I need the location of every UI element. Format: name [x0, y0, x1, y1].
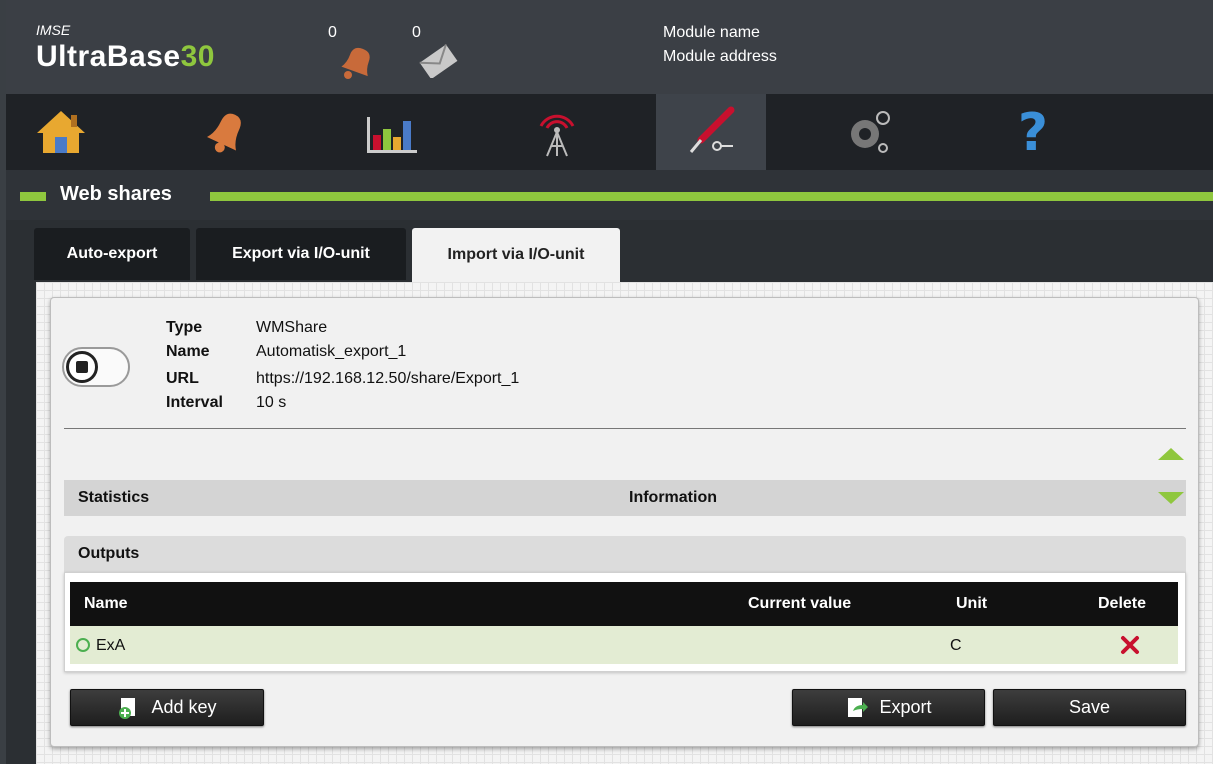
outputs-title: Outputs	[78, 545, 140, 562]
nav-alarms[interactable]	[172, 94, 282, 170]
nav-home[interactable]	[6, 94, 116, 170]
collapse-up-icon[interactable]	[1156, 446, 1186, 467]
tab-import-io[interactable]: Import via I/O-unit	[412, 228, 620, 282]
col-delete: Delete	[1098, 595, 1147, 612]
stop-icon	[76, 361, 88, 373]
type-value: WMShare	[256, 319, 328, 336]
alarm-count: 0	[328, 24, 337, 41]
tab-auto-export[interactable]: Auto-export	[34, 228, 190, 280]
add-document-icon	[119, 697, 136, 719]
page-title: Web shares	[60, 183, 172, 205]
brand-vendor: IMSE	[36, 22, 71, 38]
col-name: Name	[84, 595, 128, 612]
section-header: Web shares	[6, 170, 1213, 220]
type-label: Type	[166, 319, 203, 336]
name-label: Name	[166, 343, 210, 360]
add-key-button[interactable]: Add key	[70, 689, 264, 726]
information-label: Information	[629, 489, 717, 506]
toggle-knob	[66, 351, 98, 383]
save-button[interactable]: Save	[993, 689, 1186, 726]
tools-icon	[689, 106, 735, 153]
app-header: IMSE UltraBase30 0 0 Module name Module …	[6, 0, 1213, 94]
name-value: Automatisk_export_1	[256, 343, 407, 360]
tab-export-io[interactable]: Export via I/O-unit	[196, 228, 406, 280]
brand-name: UltraBase	[36, 40, 181, 73]
save-label: Save	[1068, 697, 1111, 717]
row-name: ExA	[96, 637, 126, 654]
svg-text:?: ?	[1018, 104, 1048, 160]
message-count: 0	[412, 24, 421, 41]
envelope-icon[interactable]	[418, 44, 458, 83]
brand-number: 30	[180, 40, 215, 73]
share-panel	[50, 297, 1199, 747]
statistics-bar[interactable]: Statistics Information	[64, 480, 1186, 516]
interval-value: 10 s	[256, 394, 287, 411]
col-unit: Unit	[956, 595, 988, 612]
divider	[64, 428, 1186, 429]
url-value: https://192.168.12.50/share/Export_1	[256, 370, 520, 387]
antenna-icon	[539, 114, 575, 157]
chart-icon	[367, 117, 417, 153]
help-icon: ?	[1018, 104, 1048, 160]
statistics-label: Statistics	[78, 489, 150, 506]
module-name: Module name	[663, 24, 760, 41]
nav-communication[interactable]	[502, 94, 612, 170]
nav-help[interactable]: ?	[978, 94, 1088, 170]
home-icon	[37, 111, 85, 153]
gears-icon	[851, 111, 890, 153]
expand-down-icon[interactable]	[1156, 490, 1186, 511]
url-label: URL	[166, 370, 199, 387]
main-nav: ?	[6, 94, 1213, 170]
export-label: Export	[879, 697, 932, 717]
table-row[interactable]: ExA C	[70, 626, 1178, 664]
nav-system[interactable]	[814, 94, 924, 170]
row-unit: C	[950, 637, 962, 654]
alarm-bell-icon[interactable]	[334, 44, 376, 85]
nav-settings-tools[interactable]	[656, 94, 766, 170]
bell-icon	[207, 113, 241, 153]
export-button[interactable]: Export	[792, 689, 985, 726]
interval-label: Interval	[166, 394, 223, 411]
section-bar-left	[20, 192, 46, 201]
share-enable-toggle[interactable]	[62, 347, 130, 387]
col-current-value: Current value	[748, 595, 852, 612]
add-key-label: Add key	[151, 697, 217, 717]
export-icon	[848, 697, 869, 717]
brand-logo: UltraBase30	[36, 40, 215, 74]
delete-icon[interactable]	[1120, 635, 1140, 660]
table-header: Name Current value Unit Delete	[70, 582, 1178, 626]
nav-charts[interactable]	[336, 94, 446, 170]
outputs-header: Outputs	[64, 536, 1186, 572]
module-address: Module address	[663, 48, 777, 65]
status-circle-icon	[76, 638, 90, 652]
section-bar-right	[210, 192, 1213, 201]
